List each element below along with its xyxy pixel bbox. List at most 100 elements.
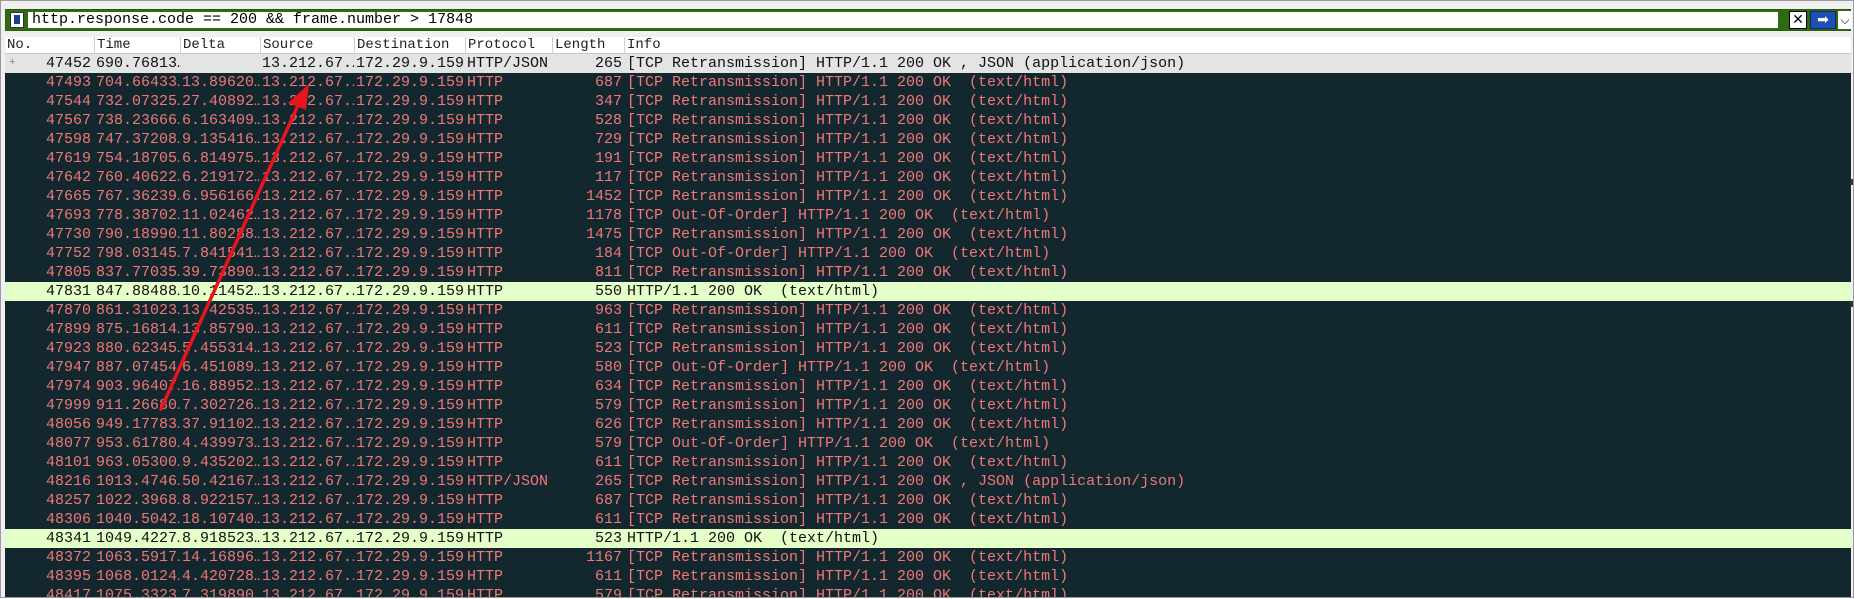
column-delta: 6.956166… <box>182 188 261 205</box>
table-row[interactable]: 47665 767.36239… 6.956166… 13.212.67.… 172.2… <box>5 187 1851 206</box>
table-row[interactable]: 48372 1063.5917… 14.16896… 13.212.67.… 172.2… <box>5 548 1851 567</box>
column-info: [TCP Retransmission] HTTP/1.1 200 OK , J… <box>627 473 1186 490</box>
column-info: [TCP Out-Of-Order] HTTP/1.1 200 OK (text… <box>627 435 1051 452</box>
column-no: 47665 <box>45 188 91 205</box>
table-row[interactable]: 47899 875.16814… 13.85790… 13.212.67.… 172.2… <box>5 320 1851 339</box>
column-source: 13.212.67.… <box>262 169 355 186</box>
column-header-length[interactable]: Length <box>553 37 625 54</box>
column-length: 579 <box>594 435 622 452</box>
column-length: 1452 <box>585 188 622 205</box>
column-time: 1049.4227… <box>96 530 181 547</box>
column-delta: 7.302726… <box>182 397 261 414</box>
column-info: [TCP Retransmission] HTTP/1.1 200 OK (te… <box>627 549 1069 566</box>
table-row[interactable]: 47831 847.88488… 10.11452… 13.212.67.… 172.2… <box>5 282 1851 301</box>
chevron-down-icon[interactable]: ⌵ <box>1838 11 1852 29</box>
column-header-time[interactable]: Time <box>95 37 181 54</box>
column-info: [TCP Retransmission] HTTP/1.1 200 OK (te… <box>627 416 1069 433</box>
table-row[interactable]: 47947 887.07454… 6.451089… 13.212.67.… 172.2… <box>5 358 1851 377</box>
column-length: 634 <box>594 378 622 395</box>
column-header-destination[interactable]: Destination <box>355 37 466 54</box>
column-destination: 172.29.9.159 <box>356 492 465 509</box>
column-info: [TCP Retransmission] HTTP/1.1 200 OK (te… <box>627 397 1069 414</box>
table-row[interactable]: 47999 911.26680… 7.302726… 13.212.67.… 172.2… <box>5 396 1851 415</box>
column-source: 13.212.67.… <box>262 131 355 148</box>
table-row[interactable]: 47598 747.37208… 9.135416… 13.212.67.… 172.2… <box>5 130 1851 149</box>
arrow-right-icon[interactable]: ➡ <box>1810 11 1836 29</box>
column-destination: 172.29.9.159 <box>356 264 465 281</box>
table-row[interactable]: 47642 760.40622… 6.219172… 13.212.67.… 172.2… <box>5 168 1851 187</box>
column-info: [TCP Out-Of-Order] HTTP/1.1 200 OK (text… <box>627 207 1051 224</box>
table-row[interactable]: 48101 963.05300… 9.435202… 13.212.67.… 172.2… <box>5 453 1851 472</box>
column-no: 47642 <box>45 169 91 186</box>
table-row[interactable]: 47805 837.77035… 39.73890… 13.212.67.… 172.2… <box>5 263 1851 282</box>
bookmark-icon[interactable] <box>10 12 24 28</box>
column-length: 1475 <box>585 226 622 243</box>
column-time: 704.66433… <box>96 74 181 91</box>
column-delta: 13.89620… <box>182 74 261 91</box>
table-row[interactable]: 47567 738.23666… 6.163409… 13.212.67.… 172.2… <box>5 111 1851 130</box>
column-source: 13.212.67.… <box>262 435 355 452</box>
column-delta: 6.814975… <box>182 150 261 167</box>
column-source: 13.212.67.… <box>262 264 355 281</box>
column-destination: 172.29.9.159 <box>356 340 465 357</box>
table-row[interactable]: 48341 1049.4227… 8.918523… 13.212.67.… 172.2… <box>5 529 1851 548</box>
column-length: 523 <box>594 340 622 357</box>
column-header-delta[interactable]: Delta <box>181 37 261 54</box>
column-length: 611 <box>594 454 622 471</box>
column-info: HTTP/1.1 200 OK (text/html) <box>627 283 880 300</box>
column-source: 13.212.67.… <box>262 587 355 597</box>
column-delta: 27.40892… <box>182 93 261 110</box>
table-row[interactable]: 47544 732.07325… 27.40892… 13.212.67.… 172.2… <box>5 92 1851 111</box>
column-length: 963 <box>594 302 622 319</box>
column-header-source[interactable]: Source <box>261 37 355 54</box>
column-delta: 7.319890… <box>182 587 261 597</box>
column-source: 13.212.67.… <box>262 359 355 376</box>
column-delta: 8.922157… <box>182 492 261 509</box>
column-no: 47730 <box>45 226 91 243</box>
table-row[interactable]: 47730 790.18990… 11.80288… 13.212.67.… 172.2… <box>5 225 1851 244</box>
table-row[interactable]: 47870 861.31023… 13.42535… 13.212.67.… 172.2… <box>5 301 1851 320</box>
table-row[interactable]: 48056 949.17783… 37.91102… 13.212.67.… 172.2… <box>5 415 1851 434</box>
table-row[interactable]: 48306 1040.5042… 18.10740… 13.212.67.… 172.2… <box>5 510 1851 529</box>
column-header-protocol[interactable]: Protocol <box>466 37 553 54</box>
column-length: 265 <box>594 55 622 72</box>
column-info: [TCP Retransmission] HTTP/1.1 200 OK (te… <box>627 321 1069 338</box>
column-no: 47899 <box>45 321 91 338</box>
table-row[interactable]: 48216 1013.4746… 50.42167… 13.212.67.… 172.2… <box>5 472 1851 491</box>
column-time: 880.62345… <box>96 340 181 357</box>
packet-list[interactable]: No. Time Delta Source Destination Protoc… <box>5 37 1851 597</box>
column-time: 747.37208… <box>96 131 181 148</box>
table-row[interactable]: 47974 903.96407… 16.88952… 13.212.67.… 172.2… <box>5 377 1851 396</box>
table-row[interactable]: 47752 798.03145… 7.841541… 13.212.67.… 172.2… <box>5 244 1851 263</box>
table-row[interactable]: 48395 1068.0124… 4.420728… 13.212.67.… 172.2… <box>5 567 1851 586</box>
column-header-no[interactable]: No. <box>5 37 95 54</box>
expand-icon[interactable]: + <box>9 58 19 69</box>
close-icon[interactable]: ✕ <box>1789 11 1807 29</box>
table-row[interactable]: 47923 880.62345… 5.455314… 13.212.67.… 172.2… <box>5 339 1851 358</box>
column-destination: 172.29.9.159 <box>356 302 465 319</box>
column-source: 13.212.67.… <box>262 112 355 129</box>
column-destination: 172.29.9.159 <box>356 245 465 262</box>
column-delta: 37.91102… <box>182 416 261 433</box>
column-no: 47923 <box>45 340 91 357</box>
column-no: 47870 <box>45 302 91 319</box>
column-info: [TCP Out-Of-Order] HTTP/1.1 200 OK (text… <box>627 245 1051 262</box>
column-protocol: HTTP <box>467 245 504 262</box>
table-row[interactable]: 48077 953.61780… 4.439973… 13.212.67.… 172.2… <box>5 434 1851 453</box>
table-row[interactable]: 47493 704.66433… 13.89620… 13.212.67.… 172.2… <box>5 73 1851 92</box>
column-info: [TCP Retransmission] HTTP/1.1 200 OK (te… <box>627 188 1069 205</box>
column-no: 47598 <box>45 131 91 148</box>
column-time: 911.26680… <box>96 397 181 414</box>
table-row[interactable]: 48417 1075.3323… 7.319890… 13.212.67.… 172.2… <box>5 586 1851 597</box>
column-header-info[interactable]: Info <box>625 37 1851 54</box>
column-source: 13.212.67.… <box>262 150 355 167</box>
display-filter-input[interactable] <box>28 12 1778 28</box>
packet-list-header: No. Time Delta Source Destination Protoc… <box>5 37 1851 54</box>
column-time: 887.07454… <box>96 359 181 376</box>
table-row[interactable]: 47452 690.76813… 13.212.67.… 172.29.9.159 HT… <box>5 54 1851 73</box>
column-length: 528 <box>594 112 622 129</box>
table-row[interactable]: 48257 1022.3968… 8.922157… 13.212.67.… 172.2… <box>5 491 1851 510</box>
table-row[interactable]: 47619 754.18705… 6.814975… 13.212.67.… 172.2… <box>5 149 1851 168</box>
table-row[interactable]: 47693 778.38702… 11.02462… 13.212.67.… 172.2… <box>5 206 1851 225</box>
column-length: 191 <box>594 150 622 167</box>
